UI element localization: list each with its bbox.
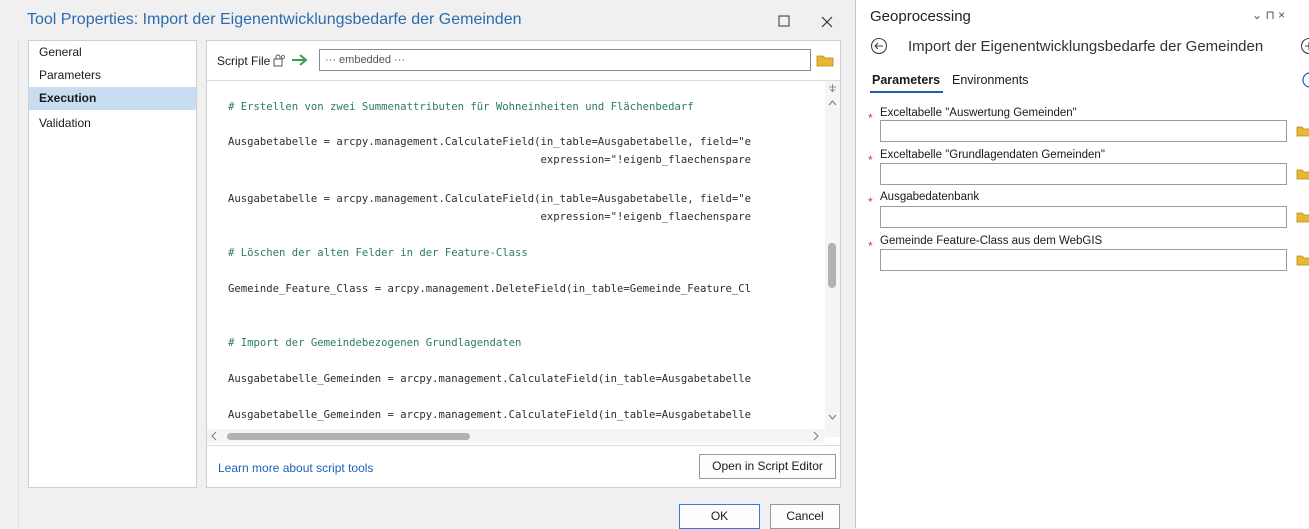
tool-title: Import der Eigenentwicklungsbedarfe der … [908, 38, 1263, 55]
maximize-button[interactable] [774, 11, 794, 31]
maximize-icon [774, 11, 794, 31]
browse-folder-icon[interactable] [1296, 253, 1309, 266]
arrow-right-icon[interactable] [291, 53, 309, 67]
pane-controls[interactable]: ⌄ ⊓ × [1252, 8, 1285, 22]
param-label: Gemeinde Feature-Class aus dem WebGIS [880, 235, 1102, 247]
param-label: Exceltabelle "Grundlagendaten Gemeinden" [880, 149, 1105, 161]
browse-folder-icon[interactable] [1296, 124, 1309, 137]
close-icon [816, 11, 838, 33]
back-arrow-icon [870, 37, 888, 55]
code-line: expression="!eigenb_flaechenspare [228, 211, 751, 223]
required-marker: * [868, 153, 873, 167]
tab-parameters[interactable]: Parameters [872, 73, 940, 87]
script-file-input[interactable]: ··· embedded ··· [319, 49, 811, 71]
execution-panel: Script File ··· embedded ··· # Erstellen… [206, 40, 841, 488]
horizontal-scroll-thumb[interactable] [227, 433, 470, 440]
open-in-script-editor-button[interactable]: Open in Script Editor [699, 454, 836, 479]
code-line: expression="!eigenb_flaechenspare [228, 154, 751, 166]
help-icon [1301, 71, 1309, 89]
cancel-button[interactable]: Cancel [770, 504, 840, 529]
nav-item-parameters[interactable]: Parameters [29, 64, 196, 87]
code-viewer[interactable]: # Erstellen von zwei Summenattributen fü… [207, 81, 825, 437]
close-button[interactable] [816, 11, 838, 33]
nav-item-validation[interactable]: Validation [29, 112, 196, 135]
param-input-ausgabedatenbank[interactable] [880, 206, 1287, 228]
help-button[interactable] [1301, 71, 1309, 89]
browse-folder-icon[interactable] [1296, 210, 1309, 223]
param-input-feature-class[interactable] [880, 249, 1287, 271]
param-label: Exceltabelle "Auswertung Gemeinden" [880, 107, 1077, 119]
embed-lock-icon[interactable] [272, 53, 286, 67]
code-line: # Erstellen von zwei Summenattributen fü… [228, 101, 694, 113]
tab-environments[interactable]: Environments [952, 73, 1028, 87]
tool-properties-dialog: Tool Properties: Import der Eigenentwick… [0, 0, 856, 528]
code-line: Ausgabetabelle_Gemeinden = arcpy.managem… [228, 373, 751, 385]
browse-folder-icon[interactable] [816, 53, 834, 67]
nav-item-execution[interactable]: Execution [29, 87, 196, 110]
param-label: Ausgabedatenbank [880, 191, 979, 203]
back-button[interactable] [870, 37, 888, 55]
code-line: Ausgabetabelle = arcpy.management.Calcul… [228, 193, 751, 205]
dialog-title: Tool Properties: Import der Eigenentwick… [27, 11, 522, 29]
required-marker: * [868, 239, 873, 253]
divider [207, 445, 840, 446]
geoprocessing-pane: Geoprocessing ⌄ ⊓ × Import der Eigenentw… [856, 0, 1309, 528]
add-button[interactable] [1300, 37, 1309, 55]
vertical-scroll-thumb[interactable] [828, 243, 836, 288]
left-edge-strip [0, 40, 19, 528]
param-input-auswertung[interactable] [880, 120, 1287, 142]
code-line: # Import der Gemeindebezogenen Grundlage… [228, 337, 521, 349]
param-input-grundlagendaten[interactable] [880, 163, 1287, 185]
required-marker: * [868, 195, 873, 209]
browse-folder-icon[interactable] [1296, 167, 1309, 180]
properties-nav-list: General Parameters Execution Validation [28, 40, 197, 488]
code-line: Ausgabetabelle_Gemeinden = arcpy.managem… [228, 409, 751, 421]
code-line: Gemeinde_Feature_Class = arcpy.managemen… [228, 283, 751, 295]
code-line: Ausgabetabelle = arcpy.management.Calcul… [228, 136, 751, 148]
learn-more-link[interactable]: Learn more about script tools [218, 461, 373, 475]
code-line: # Löschen der alten Felder in der Featur… [228, 247, 528, 259]
nav-item-general[interactable]: General [29, 41, 196, 64]
pane-title: Geoprocessing [870, 8, 971, 25]
vertical-scrollbar[interactable] [825, 81, 840, 437]
active-tab-indicator [870, 91, 943, 93]
required-marker: * [868, 111, 873, 125]
add-circle-icon [1300, 37, 1309, 55]
script-file-label: Script File [217, 54, 270, 68]
ok-button[interactable]: OK [679, 504, 760, 529]
horizontal-scrollbar[interactable] [207, 429, 825, 443]
